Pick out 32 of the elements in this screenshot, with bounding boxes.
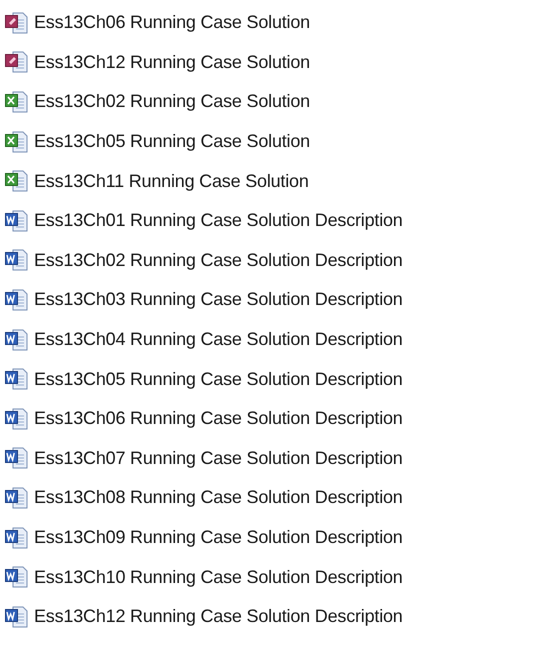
file-name[interactable]: Ess13Ch02 Running Case Solution: [34, 88, 310, 116]
file-name[interactable]: Ess13Ch08 Running Case Solution Description: [34, 484, 403, 512]
document-file-icon: [4, 526, 30, 550]
file-name[interactable]: Ess13Ch09 Running Case Solution Description: [34, 524, 403, 552]
access-file-icon: [4, 10, 30, 35]
document-file-icon: [4, 565, 30, 590]
document-file-icon: [4, 248, 30, 272]
document-file-icon: [4, 604, 30, 629]
spreadsheet-file-icon: [4, 130, 30, 154]
document-file-icon: [4, 486, 30, 510]
spreadsheet-file-icon: [4, 169, 30, 194]
document-file-icon: [4, 367, 30, 392]
file-name[interactable]: Ess13Ch10 Running Case Solution Description: [34, 564, 403, 591]
file-name[interactable]: Ess13Ch02 Running Case Solution Description: [34, 246, 403, 274]
file-name[interactable]: Ess13Ch03 Running Case Solution Description: [34, 286, 403, 314]
access-file-icon: [4, 50, 30, 74]
file-name[interactable]: Ess13Ch05 Running Case Solution: [34, 128, 310, 156]
file-name[interactable]: Ess13Ch01 Running Case Solution Description: [34, 207, 403, 234]
file-name[interactable]: Ess13Ch05 Running Case Solution Description: [34, 366, 403, 393]
file-name[interactable]: Ess13Ch04 Running Case Solution Description: [34, 326, 403, 354]
file-name[interactable]: Ess13Ch12 Running Case Solution: [34, 48, 310, 76]
file-name[interactable]: Ess13Ch11 Running Case Solution: [34, 168, 309, 195]
document-file-icon: [4, 208, 30, 233]
file-name[interactable]: Ess13Ch12 Running Case Solution Description: [34, 603, 403, 630]
file-name[interactable]: Ess13Ch06 Running Case Solution Description: [34, 405, 403, 432]
document-file-icon: [4, 288, 30, 312]
document-file-icon: [4, 328, 30, 352]
document-file-icon: [4, 406, 30, 431]
spreadsheet-file-icon: [4, 90, 30, 114]
file-name[interactable]: Ess13Ch06 Running Case Solution: [34, 9, 310, 36]
file-name[interactable]: Ess13Ch07 Running Case Solution Description: [34, 444, 403, 472]
document-file-icon: [4, 446, 30, 470]
